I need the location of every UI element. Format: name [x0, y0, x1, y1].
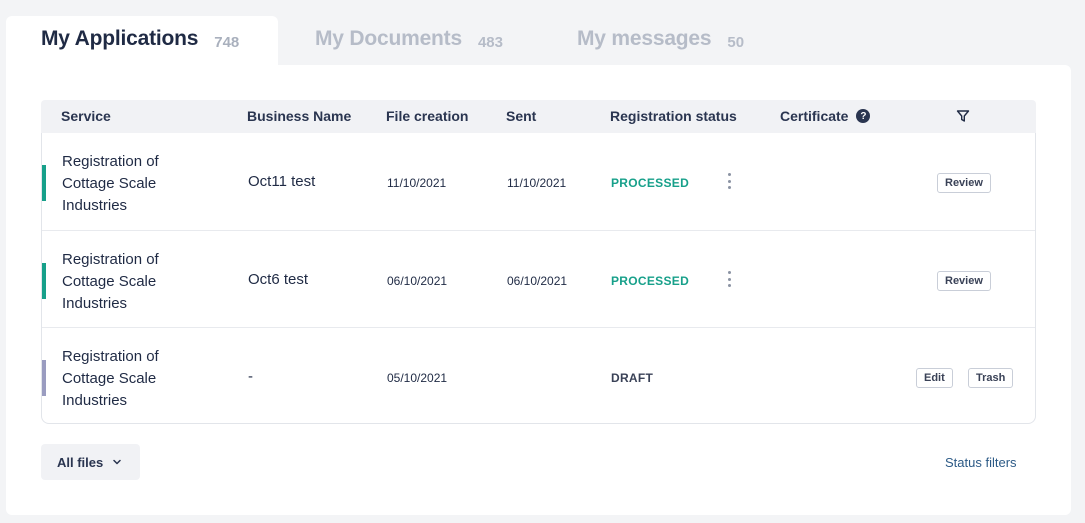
chevron-down-icon — [113, 459, 121, 465]
header-registration-status[interactable]: Registration status — [610, 108, 737, 124]
status-filters-link[interactable]: Status filters — [945, 455, 1017, 470]
business-name-cell: Oct6 test — [248, 271, 309, 288]
table-row[interactable]: Registration of Cottage Scale Industries… — [42, 327, 1035, 424]
tab-count: 50 — [727, 34, 745, 51]
service-cell: Registration of Cottage Scale Industries — [62, 153, 159, 214]
file-creation-cell: 11/10/2021 — [387, 176, 447, 190]
file-creation-cell: 05/10/2021 — [387, 371, 448, 385]
status-indicator-bar — [42, 360, 46, 396]
tab-my-messages[interactable]: My messages 50 — [540, 16, 744, 66]
table-header: Service Business Name File creation Sent… — [41, 100, 1036, 133]
header-sent[interactable]: Sent — [506, 108, 536, 124]
tab-my-applications[interactable]: My Applications 748 — [6, 16, 278, 66]
table-row[interactable]: Registration of Cottage Scale Industries… — [42, 133, 1035, 230]
status-indicator-bar — [42, 165, 46, 201]
review-button[interactable]: Review — [937, 173, 991, 193]
header-certificate: Certificate ? — [780, 108, 871, 124]
more-options-icon[interactable] — [726, 171, 732, 191]
applications-panel: Service Business Name File creation Sent… — [6, 65, 1071, 515]
tab-my-documents[interactable]: My Documents 483 — [278, 16, 540, 66]
file-creation-cell: 06/10/2021 — [387, 274, 448, 288]
tab-label: My Applications — [41, 27, 199, 50]
edit-button[interactable]: Edit — [916, 368, 953, 388]
status-badge: DRAFT — [611, 371, 654, 385]
business-name-cell: Oct11 test — [248, 173, 316, 190]
header-service[interactable]: Service — [61, 108, 111, 124]
status-badge: PROCESSED — [611, 274, 690, 288]
filter-icon[interactable] — [956, 109, 970, 123]
header-file-creation[interactable]: File creation — [386, 108, 468, 124]
tab-bar: My Applications 748 My Documents 483 My … — [6, 16, 744, 66]
help-icon[interactable]: ? — [856, 109, 871, 123]
business-name-cell: - — [248, 368, 253, 385]
applications-table-body: Registration of Cottage Scale Industries… — [41, 133, 1036, 424]
service-cell: Registration of Cottage Scale Industries — [62, 251, 159, 312]
review-button[interactable]: Review — [937, 271, 991, 291]
sent-date-cell: 06/10/2021 — [507, 274, 568, 288]
all-files-label: All files — [57, 454, 104, 470]
status-badge: PROCESSED — [611, 176, 690, 190]
tab-label: My Documents — [315, 27, 462, 50]
tab-count: 483 — [477, 34, 503, 51]
service-cell: Registration of Cottage Scale Industries — [62, 348, 159, 409]
status-indicator-bar — [42, 263, 46, 299]
sent-date-cell: 11/10/2021 — [507, 176, 567, 190]
tab-label: My messages — [577, 27, 712, 50]
table-row[interactable]: Registration of Cottage Scale Industries… — [42, 230, 1035, 327]
tab-count: 748 — [214, 34, 240, 51]
all-files-dropdown[interactable]: All files — [41, 444, 140, 480]
header-business-name[interactable]: Business Name — [247, 108, 351, 124]
more-options-icon[interactable] — [726, 269, 732, 289]
trash-button[interactable]: Trash — [968, 368, 1014, 388]
header-certificate-label: Certificate — [780, 108, 849, 124]
